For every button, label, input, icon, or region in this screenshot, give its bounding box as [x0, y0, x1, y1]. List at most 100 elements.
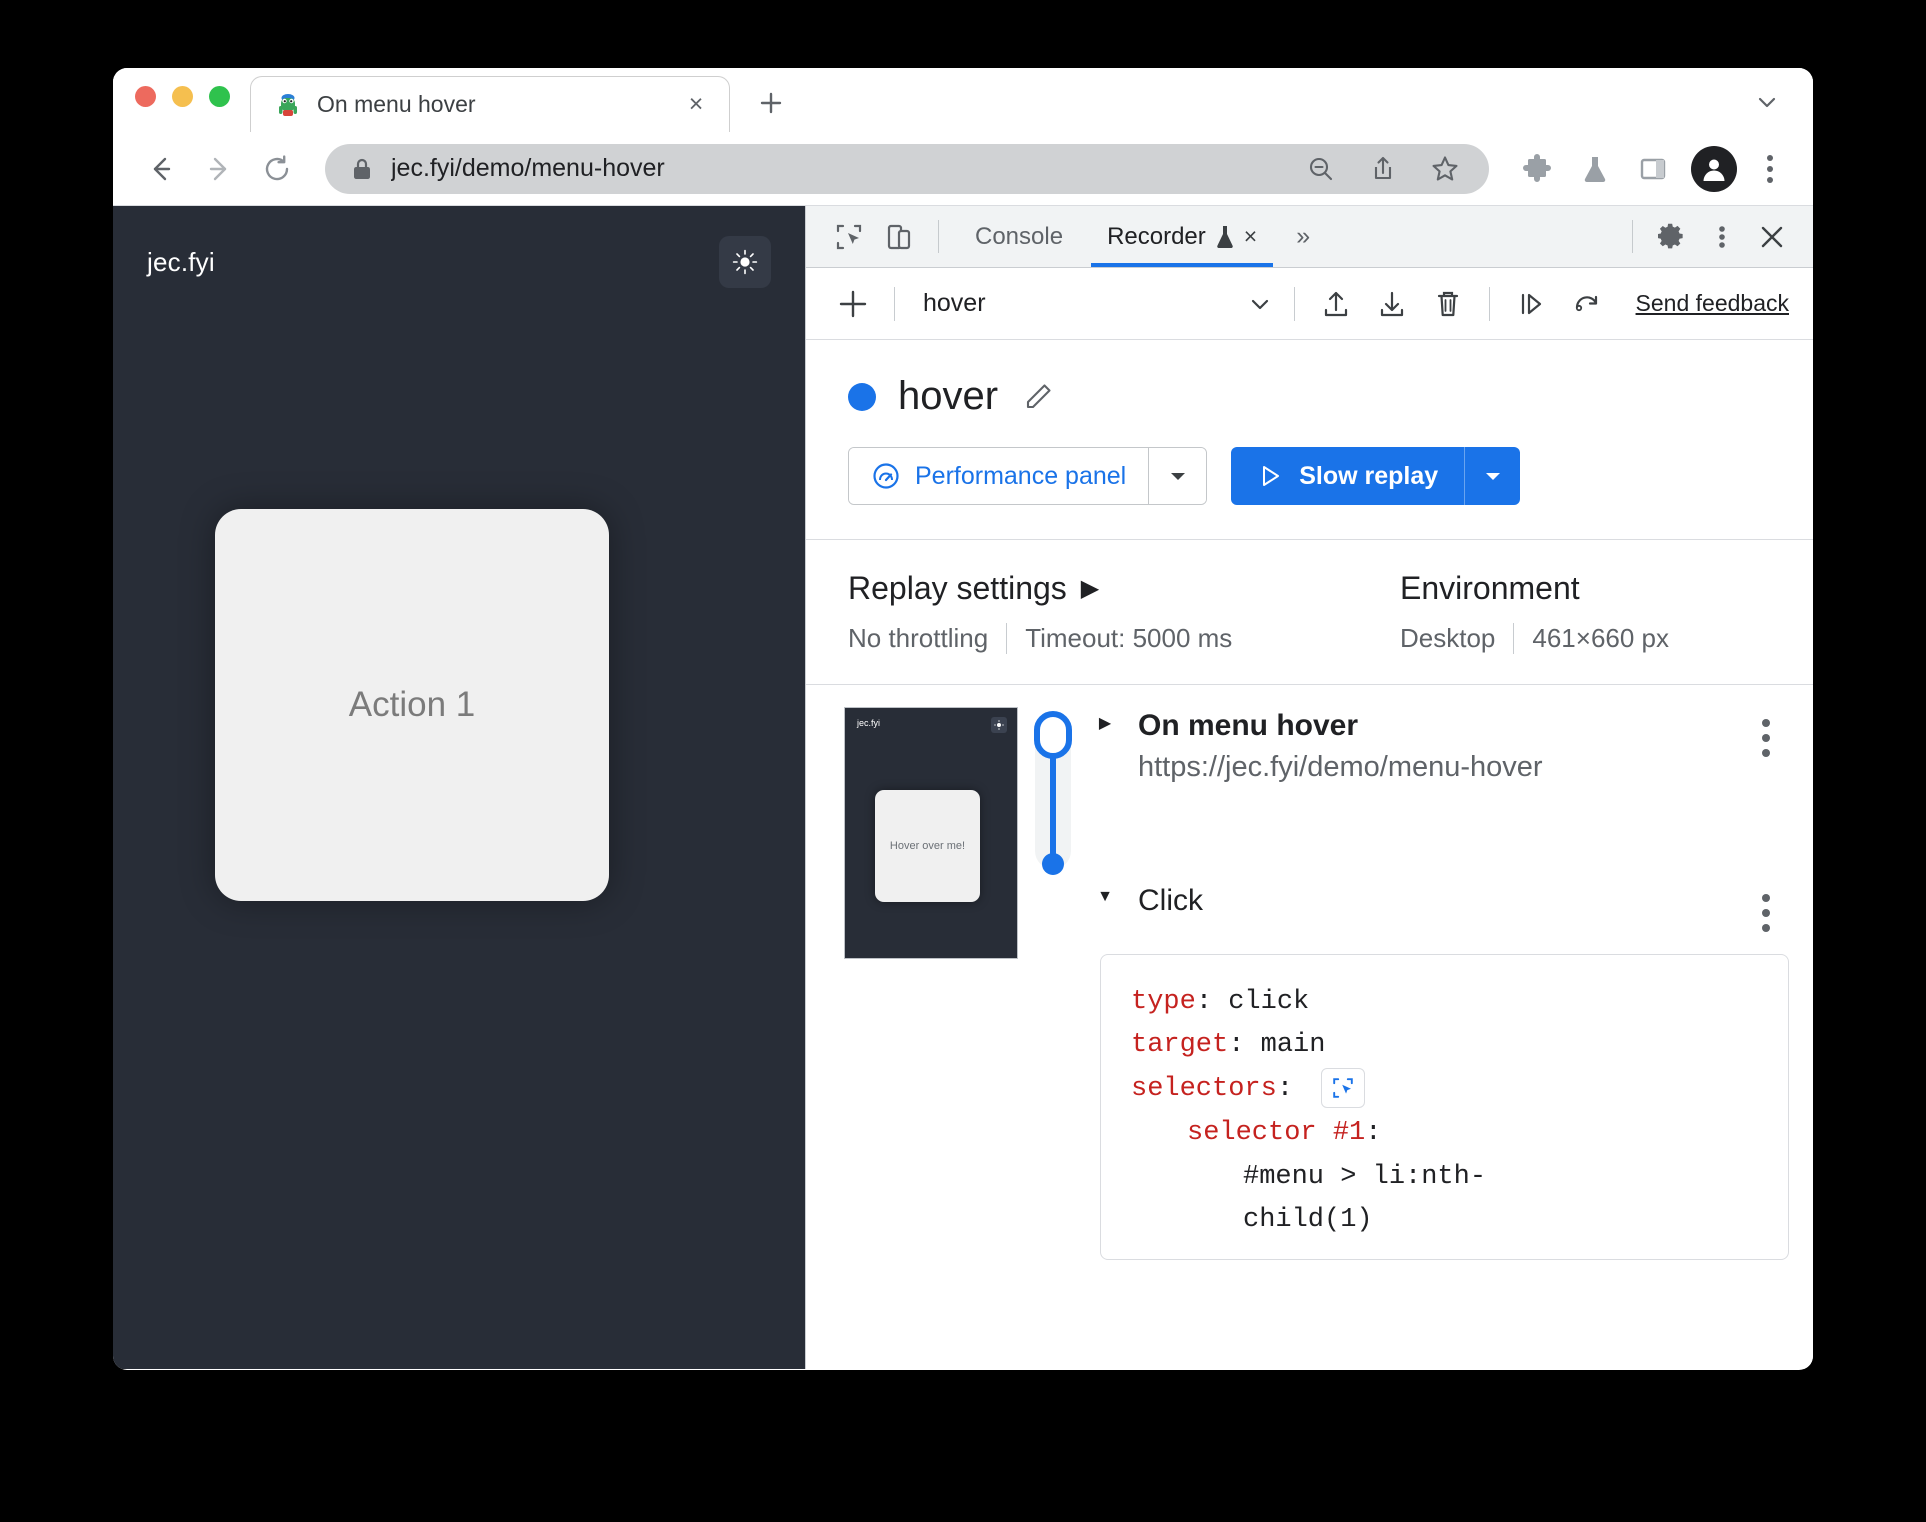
- performance-panel-dropdown-button[interactable]: [1148, 448, 1207, 504]
- new-tab-button[interactable]: [748, 80, 794, 126]
- edit-recording-title-button[interactable]: [1020, 379, 1056, 415]
- star-icon: [1432, 155, 1458, 181]
- export-recording-button[interactable]: [1365, 277, 1419, 331]
- toolbar-divider: [1488, 286, 1490, 321]
- trash-icon: [1437, 291, 1458, 316]
- code-key-target: target: [1131, 1030, 1229, 1061]
- zoom-out-icon: [1309, 157, 1333, 180]
- step-row[interactable]: ▼ Click: [1088, 882, 1789, 932]
- flask-icon: [1584, 156, 1606, 182]
- browser-menu-button[interactable]: [1749, 143, 1791, 195]
- demo-page-header: jec.fyi: [113, 206, 805, 288]
- recording-step-list: jec.fyi Hover over me! ▶ On menu hover h…: [806, 685, 1813, 1369]
- environment-column: Environment Desktop 461×660 px: [1400, 570, 1687, 654]
- device-toolbar-button[interactable]: [874, 206, 924, 267]
- tab-console-label: Console: [975, 222, 1064, 250]
- address-bar[interactable]: jec.fyi/demo/menu-hover: [325, 143, 1489, 194]
- action-card[interactable]: Action 1: [215, 509, 609, 901]
- side-panel-button[interactable]: [1627, 143, 1679, 195]
- step-details-code-panel[interactable]: type: click target: main selectors: sele…: [1100, 953, 1789, 1261]
- expand-caret-icon[interactable]: ▶: [1088, 707, 1122, 733]
- share-button[interactable]: [1361, 147, 1405, 191]
- theme-toggle-button[interactable]: [719, 236, 771, 288]
- close-window-button[interactable]: [135, 85, 156, 107]
- plus-icon: [839, 290, 867, 317]
- close-icon[interactable]: ×: [1244, 223, 1257, 250]
- sun-icon: [994, 720, 1004, 730]
- step-row[interactable]: ▶ On menu hover https://jec.fyi/demo/men…: [1088, 707, 1789, 784]
- inspect-element-button[interactable]: [824, 206, 874, 267]
- recording-title-row: hover: [848, 374, 1771, 419]
- replay-settings-summary: No throttling Timeout: 5000 ms: [848, 623, 1400, 654]
- three-dot-menu-icon: [1762, 719, 1770, 727]
- recording-status-dot: [848, 382, 876, 411]
- step-menu-button[interactable]: [1743, 882, 1789, 932]
- browser-tab-active[interactable]: On menu hover ×: [250, 76, 730, 132]
- recording-action-buttons: Performance panel Slow replay: [848, 447, 1771, 505]
- devtools-close-button[interactable]: [1747, 206, 1797, 267]
- devtools-menu-button[interactable]: [1697, 206, 1747, 267]
- window-traffic-lights: [135, 68, 230, 132]
- step-replay-button[interactable]: [1504, 277, 1558, 331]
- forward-button[interactable]: [193, 143, 245, 195]
- send-feedback-link[interactable]: Send feedback: [1636, 290, 1789, 317]
- export-icon: [1380, 291, 1403, 316]
- slow-replay-button[interactable]: Slow replay: [1231, 447, 1464, 505]
- timeline-step-marker: [1042, 853, 1064, 875]
- devtools-experiment-button[interactable]: [1569, 143, 1621, 195]
- code-key-selectors: selectors: [1131, 1074, 1277, 1105]
- close-icon[interactable]: ×: [681, 90, 711, 120]
- code-line-selector-1-value-b: child(1): [1243, 1205, 1373, 1236]
- demo-page-brand: jec.fyi: [147, 246, 215, 277]
- extensions-button[interactable]: [1511, 143, 1563, 195]
- browser-tab-title: On menu hover: [317, 91, 476, 117]
- step-gap: [1088, 784, 1789, 882]
- maximize-window-button[interactable]: [209, 85, 230, 107]
- step-screenshot-thumbnail[interactable]: jec.fyi Hover over me!: [844, 707, 1018, 959]
- replay-settings-label: Replay settings: [848, 570, 1067, 606]
- delete-recording-button[interactable]: [1421, 277, 1475, 331]
- forward-arrow-icon: [209, 157, 227, 180]
- more-tabs-button[interactable]: »: [1279, 206, 1327, 267]
- share-icon: [1374, 156, 1392, 179]
- replay-again-button[interactable]: [1560, 277, 1614, 331]
- toolbar-divider: [894, 286, 895, 321]
- thumbnail-theme-toggle-icon: [991, 717, 1007, 733]
- performance-panel-split-button: Performance panel: [848, 447, 1208, 505]
- action-card-label: Action 1: [348, 685, 476, 724]
- zoom-out-button[interactable]: [1299, 147, 1343, 191]
- throttling-value: No throttling: [848, 623, 989, 653]
- devtools-settings-button[interactable]: [1647, 206, 1697, 267]
- performance-panel-button[interactable]: Performance panel: [849, 448, 1149, 504]
- bookmark-button[interactable]: [1423, 147, 1467, 191]
- step-menu-button[interactable]: [1743, 707, 1789, 757]
- chevron-down-icon: [1758, 97, 1776, 108]
- side-panel-icon: [1640, 158, 1666, 179]
- select-element-button[interactable]: [1321, 1067, 1366, 1108]
- import-recording-button[interactable]: [1309, 277, 1363, 331]
- back-arrow-icon: [153, 157, 171, 180]
- devtools-tab-actions: [1618, 206, 1813, 267]
- replay-settings-header[interactable]: Replay settings ▶: [848, 570, 1400, 607]
- tab-search-button[interactable]: [1741, 76, 1793, 128]
- slow-replay-split-button: Slow replay: [1231, 447, 1521, 505]
- collapse-caret-icon[interactable]: ▼: [1088, 882, 1122, 906]
- thumbnail-card-label: Hover over me!: [889, 840, 966, 852]
- minimize-window-button[interactable]: [172, 85, 193, 107]
- create-recording-button[interactable]: [826, 277, 880, 331]
- chevron-down-icon: [1240, 289, 1280, 319]
- tab-recorder[interactable]: Recorder ×: [1085, 206, 1279, 267]
- timeline-start-marker: [1034, 711, 1072, 759]
- slow-replay-dropdown-button[interactable]: [1464, 447, 1520, 505]
- tab-console[interactable]: Console: [953, 206, 1085, 267]
- browser-window: On menu hover × jec.fyi/demo/menu-hover …: [113, 68, 1813, 1370]
- code-line-selector-1-value-a: #menu > li:nth-: [1243, 1161, 1487, 1192]
- replay-again-icon: [1575, 295, 1597, 311]
- profile-button[interactable]: [1691, 145, 1737, 192]
- sun-icon: [732, 249, 758, 275]
- reload-button[interactable]: [251, 143, 303, 195]
- recording-selector[interactable]: hover: [909, 289, 1280, 319]
- page-viewport: jec.fyi Action 1: [113, 206, 805, 1369]
- back-button[interactable]: [135, 143, 187, 195]
- slow-replay-label: Slow replay: [1299, 461, 1439, 490]
